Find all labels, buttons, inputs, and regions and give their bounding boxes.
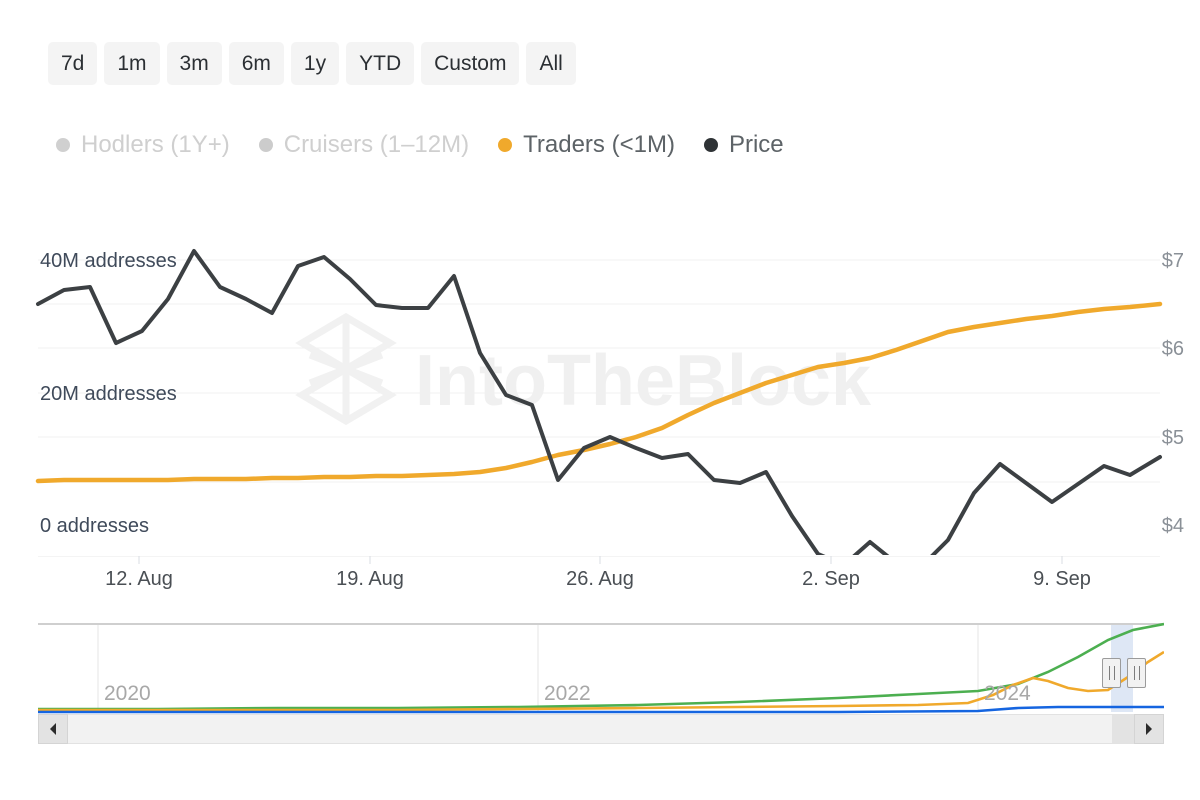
chart-canvas: IntoTheBlock [0, 225, 1200, 555]
y2-axis-label-6: $6 [1162, 338, 1184, 361]
scroll-left-icon [48, 722, 58, 736]
legend-label-price: Price [729, 133, 784, 157]
chart-legend: Hodlers (1Y+) Cruisers (1–12M) Traders (… [56, 133, 784, 157]
x-tick-label-4: 2. Sep [802, 568, 860, 591]
navigator-year-2024: 2024 [984, 682, 1031, 706]
scroll-right-icon [1144, 722, 1154, 736]
legend-item-cruisers[interactable]: Cruisers (1–12M) [259, 133, 469, 157]
price-address-chart[interactable]: IntoTheBlock 40M addresses 20M addresses… [0, 225, 1200, 555]
legend-label-traders: Traders (<1M) [523, 133, 675, 157]
x-tick-label-5: 9. Sep [1033, 568, 1091, 591]
range-button-3m[interactable]: 3m [167, 42, 222, 85]
navigator-handle-right[interactable] [1127, 658, 1146, 688]
y-axis-label-0: 0 addresses [40, 515, 149, 538]
y-axis-label-40m: 40M addresses [40, 250, 177, 273]
y2-axis-label-4: $4 [1162, 515, 1184, 538]
y2-axis-label-7: $7 [1162, 250, 1184, 273]
x-tick-label-2: 19. Aug [336, 568, 404, 591]
watermark-label: IntoTheBlock [415, 341, 872, 421]
x-tick-label-1: 12. Aug [105, 568, 173, 591]
x-tick-label-3: 26. Aug [566, 568, 634, 591]
y-axis-label-20m: 20M addresses [40, 383, 177, 406]
range-button-6m[interactable]: 6m [229, 42, 284, 85]
chart-navigator[interactable]: 2020 2022 2024 [38, 622, 1164, 714]
navigator-year-2020: 2020 [104, 682, 151, 706]
range-button-1m[interactable]: 1m [104, 42, 159, 85]
legend-item-traders[interactable]: Traders (<1M) [498, 133, 675, 157]
legend-dot-icon-traders [498, 138, 512, 152]
range-button-custom[interactable]: Custom [421, 42, 519, 85]
legend-dot-icon-hodlers [56, 138, 70, 152]
navigator-handle-left[interactable] [1102, 658, 1121, 688]
range-button-ytd[interactable]: YTD [346, 42, 414, 85]
legend-label-cruisers: Cruisers (1–12M) [284, 133, 469, 157]
legend-dot-icon-price [704, 138, 718, 152]
range-button-all[interactable]: All [526, 42, 575, 85]
time-range-button-group: 7d 1m 3m 6m 1y YTD Custom All [48, 42, 576, 85]
navigator-year-2022: 2022 [544, 682, 591, 706]
intotheblock-watermark: IntoTheBlock [302, 317, 872, 421]
scroll-left-button[interactable] [38, 714, 68, 744]
range-button-1y[interactable]: 1y [291, 42, 339, 85]
chart-scrollbar[interactable] [38, 714, 1164, 744]
scroll-right-button[interactable] [1134, 714, 1164, 744]
x-axis: 12. Aug 19. Aug 26. Aug 2. Sep 9. Sep [0, 556, 1200, 590]
range-button-7d[interactable]: 7d [48, 42, 97, 85]
legend-item-hodlers[interactable]: Hodlers (1Y+) [56, 133, 230, 157]
legend-label-hodlers: Hodlers (1Y+) [81, 133, 230, 157]
legend-dot-icon-cruisers [259, 138, 273, 152]
legend-item-price[interactable]: Price [704, 133, 784, 157]
scrollbar-thumb[interactable] [1112, 715, 1134, 743]
y2-axis-label-5: $5 [1162, 427, 1184, 450]
scrollbar-track[interactable] [68, 714, 1134, 744]
